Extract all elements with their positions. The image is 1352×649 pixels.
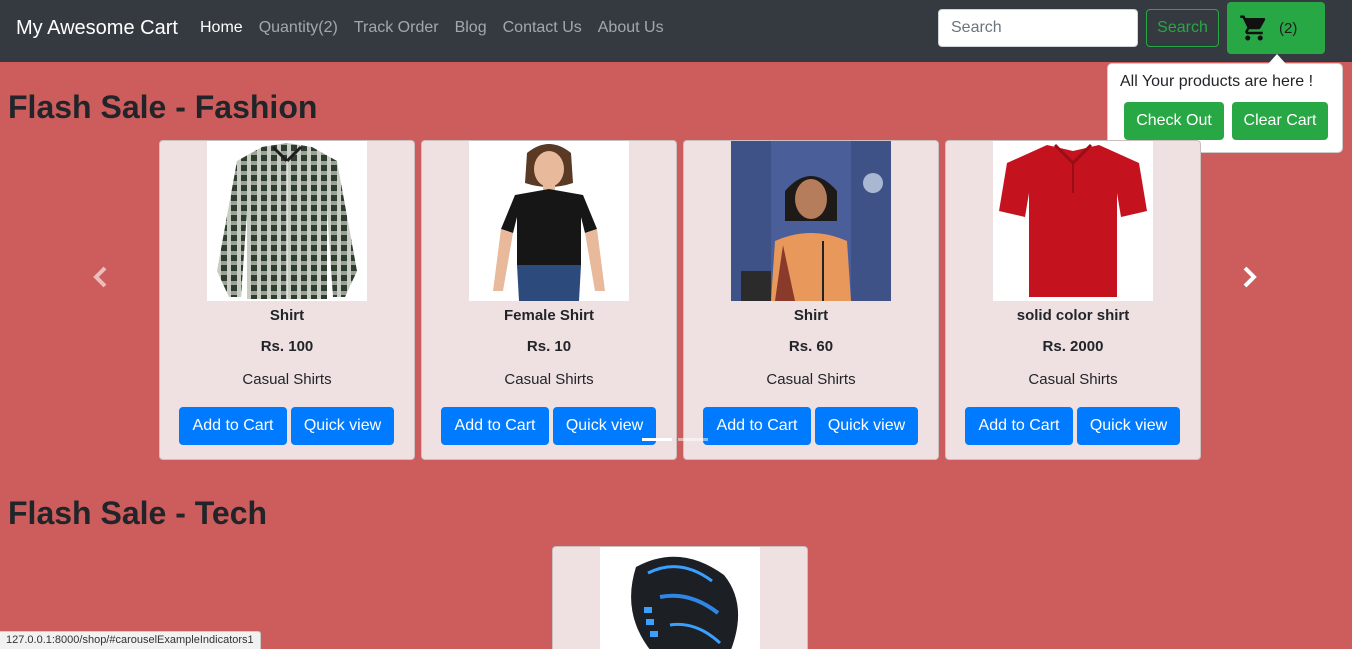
product-price: Rs. 100	[260, 338, 314, 355]
product-category: Casual Shirts	[1028, 371, 1118, 388]
product-price: Rs. 10	[526, 338, 572, 355]
add-to-cart-button[interactable]: Add to Cart	[965, 407, 1073, 445]
product-category: Casual Shirts	[242, 371, 332, 388]
clear-cart-button[interactable]: Clear Cart	[1232, 102, 1328, 140]
navbar: My Awesome Cart Home Quantity(2) Track O…	[0, 0, 1352, 62]
product-card: Female Shirt Rs. 10 Casual Shirts Add to…	[421, 140, 677, 460]
carousel-indicator[interactable]	[678, 438, 708, 441]
product-name: Female Shirt	[503, 307, 595, 324]
browser-status-url: 127.0.0.1:8000/shop/#carouselExampleIndi…	[0, 631, 261, 649]
carousel-indicator-active[interactable]	[642, 438, 672, 441]
section-title-fashion: Flash Sale - Fashion	[8, 89, 318, 125]
add-to-cart-button[interactable]: Add to Cart	[441, 407, 549, 445]
quick-view-button[interactable]: Quick view	[291, 407, 394, 445]
search-button[interactable]: Search	[1146, 9, 1219, 47]
nav-link-track-order[interactable]: Track Order	[354, 19, 439, 37]
product-card: Shirt Rs. 100 Casual Shirts Add to Cart …	[159, 140, 415, 460]
product-image[interactable]	[469, 141, 629, 301]
brand-logo[interactable]: My Awesome Cart	[16, 17, 178, 40]
popover-arrow	[1268, 54, 1286, 64]
search-input[interactable]	[938, 9, 1138, 47]
product-image[interactable]	[207, 141, 367, 301]
product-name: Shirt	[269, 307, 305, 324]
carousel-next-icon[interactable]	[1240, 266, 1258, 293]
shopping-cart-icon	[1240, 15, 1266, 41]
product-card: Shirt Rs. 60 Casual Shirts Add to Cart Q…	[683, 140, 939, 460]
cart-count: (2)	[1279, 19, 1298, 37]
quick-view-button[interactable]: Quick view	[815, 407, 918, 445]
section-title-tech: Flash Sale - Tech	[8, 495, 268, 531]
quick-view-button[interactable]: Quick view	[553, 407, 656, 445]
nav-link-about-us[interactable]: About Us	[598, 19, 664, 37]
cart-button[interactable]: (2)	[1227, 2, 1325, 54]
nav-link-home[interactable]: Home	[200, 19, 243, 37]
nav-link-blog[interactable]: Blog	[455, 19, 487, 37]
product-card	[552, 546, 808, 649]
product-card: solid color shirt Rs. 2000 Casual Shirts…	[945, 140, 1201, 460]
product-name: solid color shirt	[1016, 307, 1130, 324]
nav-link-contact-us[interactable]: Contact Us	[503, 19, 582, 37]
product-name: Shirt	[793, 307, 829, 324]
nav-links: Home Quantity(2) Track Order Blog Contac…	[200, 19, 664, 37]
product-image[interactable]	[731, 141, 891, 301]
quick-view-button[interactable]: Quick view	[1077, 407, 1180, 445]
add-to-cart-button[interactable]: Add to Cart	[703, 407, 811, 445]
product-price: Rs. 2000	[1042, 338, 1104, 355]
product-category: Casual Shirts	[766, 371, 856, 388]
nav-link-quantity[interactable]: Quantity(2)	[259, 19, 338, 37]
product-category: Casual Shirts	[504, 371, 594, 388]
popover-title: All Your products are here !	[1120, 73, 1314, 90]
add-to-cart-button[interactable]: Add to Cart	[179, 407, 287, 445]
product-image[interactable]	[600, 547, 760, 649]
product-image[interactable]	[993, 141, 1153, 301]
product-price: Rs. 60	[788, 338, 834, 355]
carousel-prev-icon[interactable]	[92, 266, 110, 293]
checkout-button[interactable]: Check Out	[1124, 102, 1224, 140]
